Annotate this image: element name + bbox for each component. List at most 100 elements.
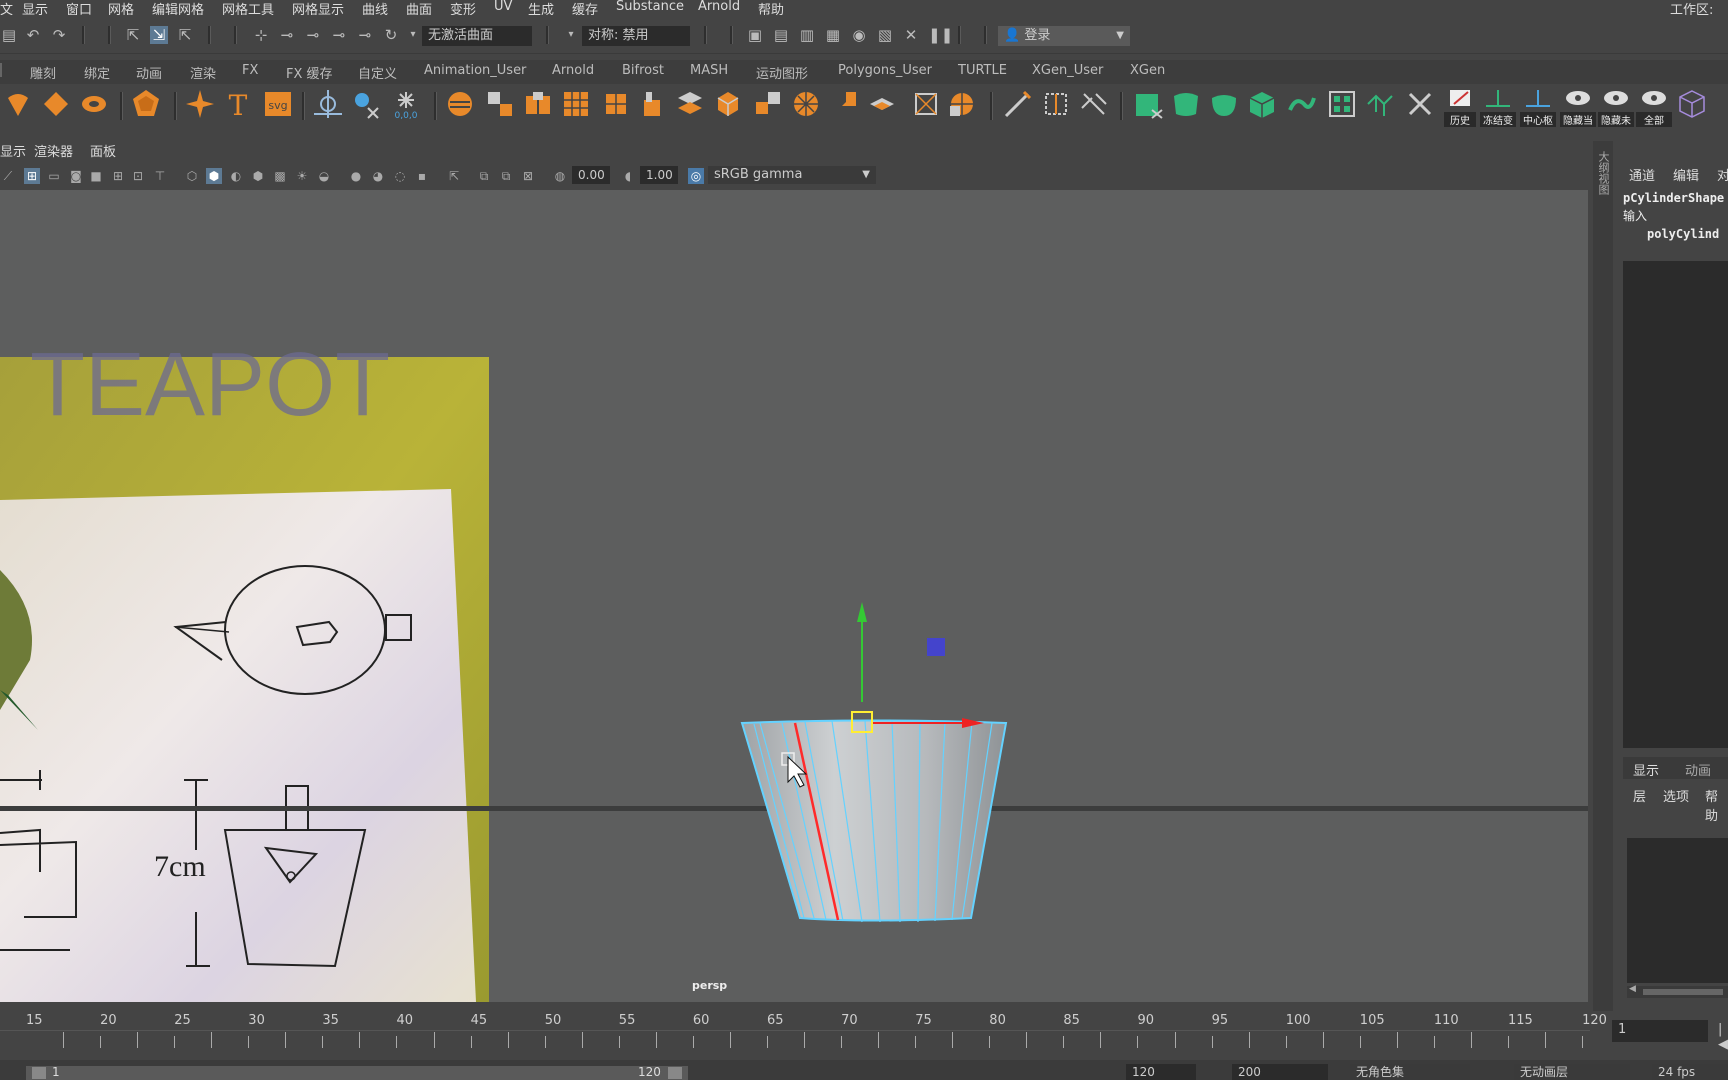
menu-item-arnold[interactable]: Arnold: [698, 0, 740, 14]
snap-live-icon[interactable]: ↻: [382, 26, 400, 44]
smooth-shade-icon[interactable]: ⬢: [206, 168, 222, 184]
viewport-menu-renderer[interactable]: 渲染器: [34, 141, 73, 160]
snap-point-icon[interactable]: ⊸: [304, 26, 322, 44]
outliner-side-strip[interactable]: 大纲视图: [1593, 141, 1613, 1011]
poly-extract-icon[interactable]: [522, 88, 554, 120]
anim-layer-dropdown[interactable]: 无动画层: [1514, 1064, 1630, 1080]
gate-mask-icon[interactable]: ■: [88, 168, 104, 184]
save-icon[interactable]: ▤: [0, 26, 18, 44]
login-dropdown[interactable]: 👤 登录 ▼: [998, 26, 1130, 46]
anti-alias-icon[interactable]: ◌: [392, 168, 408, 184]
time-slider[interactable]: [0, 1004, 1590, 1050]
history-button[interactable]: 历史: [1444, 88, 1476, 127]
safe-action-icon[interactable]: ⊡: [130, 168, 146, 184]
uv-sew-icon[interactable]: [1404, 88, 1436, 120]
uv-cut-icon[interactable]: [1364, 88, 1396, 120]
mirror-icon[interactable]: [752, 88, 784, 120]
poly-separate-icon[interactable]: [484, 88, 516, 120]
color-management-icon[interactable]: ◎: [688, 168, 704, 184]
diamond-icon[interactable]: [40, 88, 72, 120]
render-sequence-icon[interactable]: ▧: [876, 26, 894, 44]
chevron-down-icon[interactable]: ▾: [562, 26, 580, 44]
fps-dropdown[interactable]: 24 fps: [1652, 1064, 1728, 1080]
film-gate-icon[interactable]: ▭: [46, 168, 62, 184]
cylinder-mesh[interactable]: [740, 719, 1008, 923]
default-material-icon[interactable]: ◐: [228, 168, 244, 184]
arnold-render-icon[interactable]: ✕: [902, 26, 920, 44]
viewport-persp[interactable]: TEAPOT 7cm persp: [0, 190, 1588, 1002]
shelf-tab-arnold[interactable]: Arnold: [552, 63, 594, 78]
xray-components-icon[interactable]: ⊠: [520, 168, 536, 184]
redo-icon[interactable]: ↷: [50, 26, 68, 44]
shelf-tab-turtle[interactable]: TURTLE: [958, 63, 1007, 78]
anim-layer-tab[interactable]: 动画: [1685, 760, 1711, 779]
max-frame-field[interactable]: 200: [1232, 1064, 1328, 1080]
pause-icon[interactable]: ❚❚: [928, 26, 953, 44]
uv-layout-icon[interactable]: [1326, 88, 1358, 120]
layer-menu-help[interactable]: 帮助: [1705, 786, 1728, 824]
chevron-down-icon[interactable]: ▾: [404, 26, 422, 44]
extrude-icon[interactable]: [636, 88, 668, 120]
multi-cut-icon[interactable]: [1002, 88, 1034, 120]
character-set-dropdown[interactable]: 无角色集: [1350, 1064, 1470, 1080]
shelf-tab-sculpt[interactable]: 雕刻: [30, 63, 56, 82]
scroll-thumb[interactable]: [1643, 989, 1723, 995]
snap-surface-icon[interactable]: ⊸: [356, 26, 374, 44]
soft-select-icon[interactable]: [2, 88, 34, 120]
xray-joints-icon[interactable]: ⧉: [498, 168, 514, 184]
uv-spherical-icon[interactable]: [1208, 88, 1240, 120]
shelf-tab-animation-user[interactable]: Animation_User: [424, 63, 526, 78]
hide-selected-button[interactable]: 隐藏当: [1560, 88, 1596, 127]
safe-title-icon[interactable]: ⊤: [152, 168, 168, 184]
star-icon[interactable]: [184, 88, 216, 120]
edge-loop-icon[interactable]: [1040, 88, 1072, 120]
knife-tool-icon[interactable]: [1078, 88, 1110, 120]
select-by-object-icon[interactable]: ⇲: [150, 26, 168, 44]
scroll-left-icon[interactable]: ◀: [1629, 984, 1636, 994]
wireframe-icon[interactable]: ⬡: [184, 168, 200, 184]
select-by-component-icon[interactable]: ⇱: [176, 26, 194, 44]
shelf-tab-fx-cache[interactable]: FX 缓存: [286, 63, 333, 82]
go-to-start-icon[interactable]: |◀: [1718, 1022, 1728, 1052]
freeze-transform-button[interactable]: 冻结变: [1480, 88, 1516, 127]
ipr-render-icon[interactable]: ▥: [798, 26, 816, 44]
uv-cylindrical-icon[interactable]: [1170, 88, 1202, 120]
select-by-hierarchy-icon[interactable]: ⇱: [124, 26, 142, 44]
shelf-tab-custom[interactable]: 自定义: [358, 63, 397, 82]
platonic-solid-icon[interactable]: [130, 88, 162, 120]
shelf-tab-bifrost[interactable]: Bifrost: [622, 63, 664, 78]
bevel-icon[interactable]: [712, 88, 744, 120]
end-frame-field[interactable]: 120: [1126, 1064, 1196, 1080]
motion-blur-icon[interactable]: ◕: [370, 168, 386, 184]
bounding-box-icon[interactable]: [910, 88, 942, 120]
current-frame-field[interactable]: 1: [1612, 1020, 1708, 1042]
shelf-tab-mash[interactable]: MASH: [690, 63, 728, 78]
snap-grid-icon[interactable]: ⊹: [252, 26, 270, 44]
bridge-icon[interactable]: [674, 88, 706, 120]
snap-curve-icon[interactable]: ⊸: [278, 26, 296, 44]
shelf-tab-xgen-user[interactable]: XGen_User: [1032, 63, 1103, 78]
undo-icon[interactable]: ↶: [24, 26, 42, 44]
depth-of-field-icon[interactable]: ▪: [414, 168, 430, 184]
append-polygon-icon[interactable]: [828, 88, 860, 120]
ambient-occlusion-icon[interactable]: ●: [348, 168, 364, 184]
hypershade-icon[interactable]: ◉: [850, 26, 868, 44]
xray-icon[interactable]: ⧉: [476, 168, 492, 184]
exposure-icon[interactable]: ◍: [552, 168, 568, 184]
viewport-menu-panels[interactable]: 面板: [90, 141, 116, 160]
field-chart-icon[interactable]: ⊞: [110, 168, 126, 184]
center-pivot-button[interactable]: 中心枢: [1520, 88, 1556, 127]
render-frame-icon[interactable]: ▤: [772, 26, 790, 44]
shelf-tab-polygons-user[interactable]: Polygons_User: [838, 63, 932, 78]
select-camera-icon[interactable]: ⟋: [0, 168, 16, 184]
edit-tab[interactable]: 编辑: [1673, 165, 1699, 184]
text-tool-icon[interactable]: T: [222, 88, 254, 120]
menu-item-substance[interactable]: Substance: [616, 0, 684, 14]
torus-icon[interactable]: [78, 88, 110, 120]
range-handle-end[interactable]: [668, 1067, 682, 1079]
symmetry-field[interactable]: 对称: 禁用: [582, 26, 690, 46]
show-all-button[interactable]: 全部: [1636, 88, 1672, 127]
shadows-icon[interactable]: ◒: [316, 168, 332, 184]
range-slider[interactable]: 1 120: [26, 1065, 688, 1080]
gamma-field[interactable]: 1.00: [640, 166, 678, 184]
